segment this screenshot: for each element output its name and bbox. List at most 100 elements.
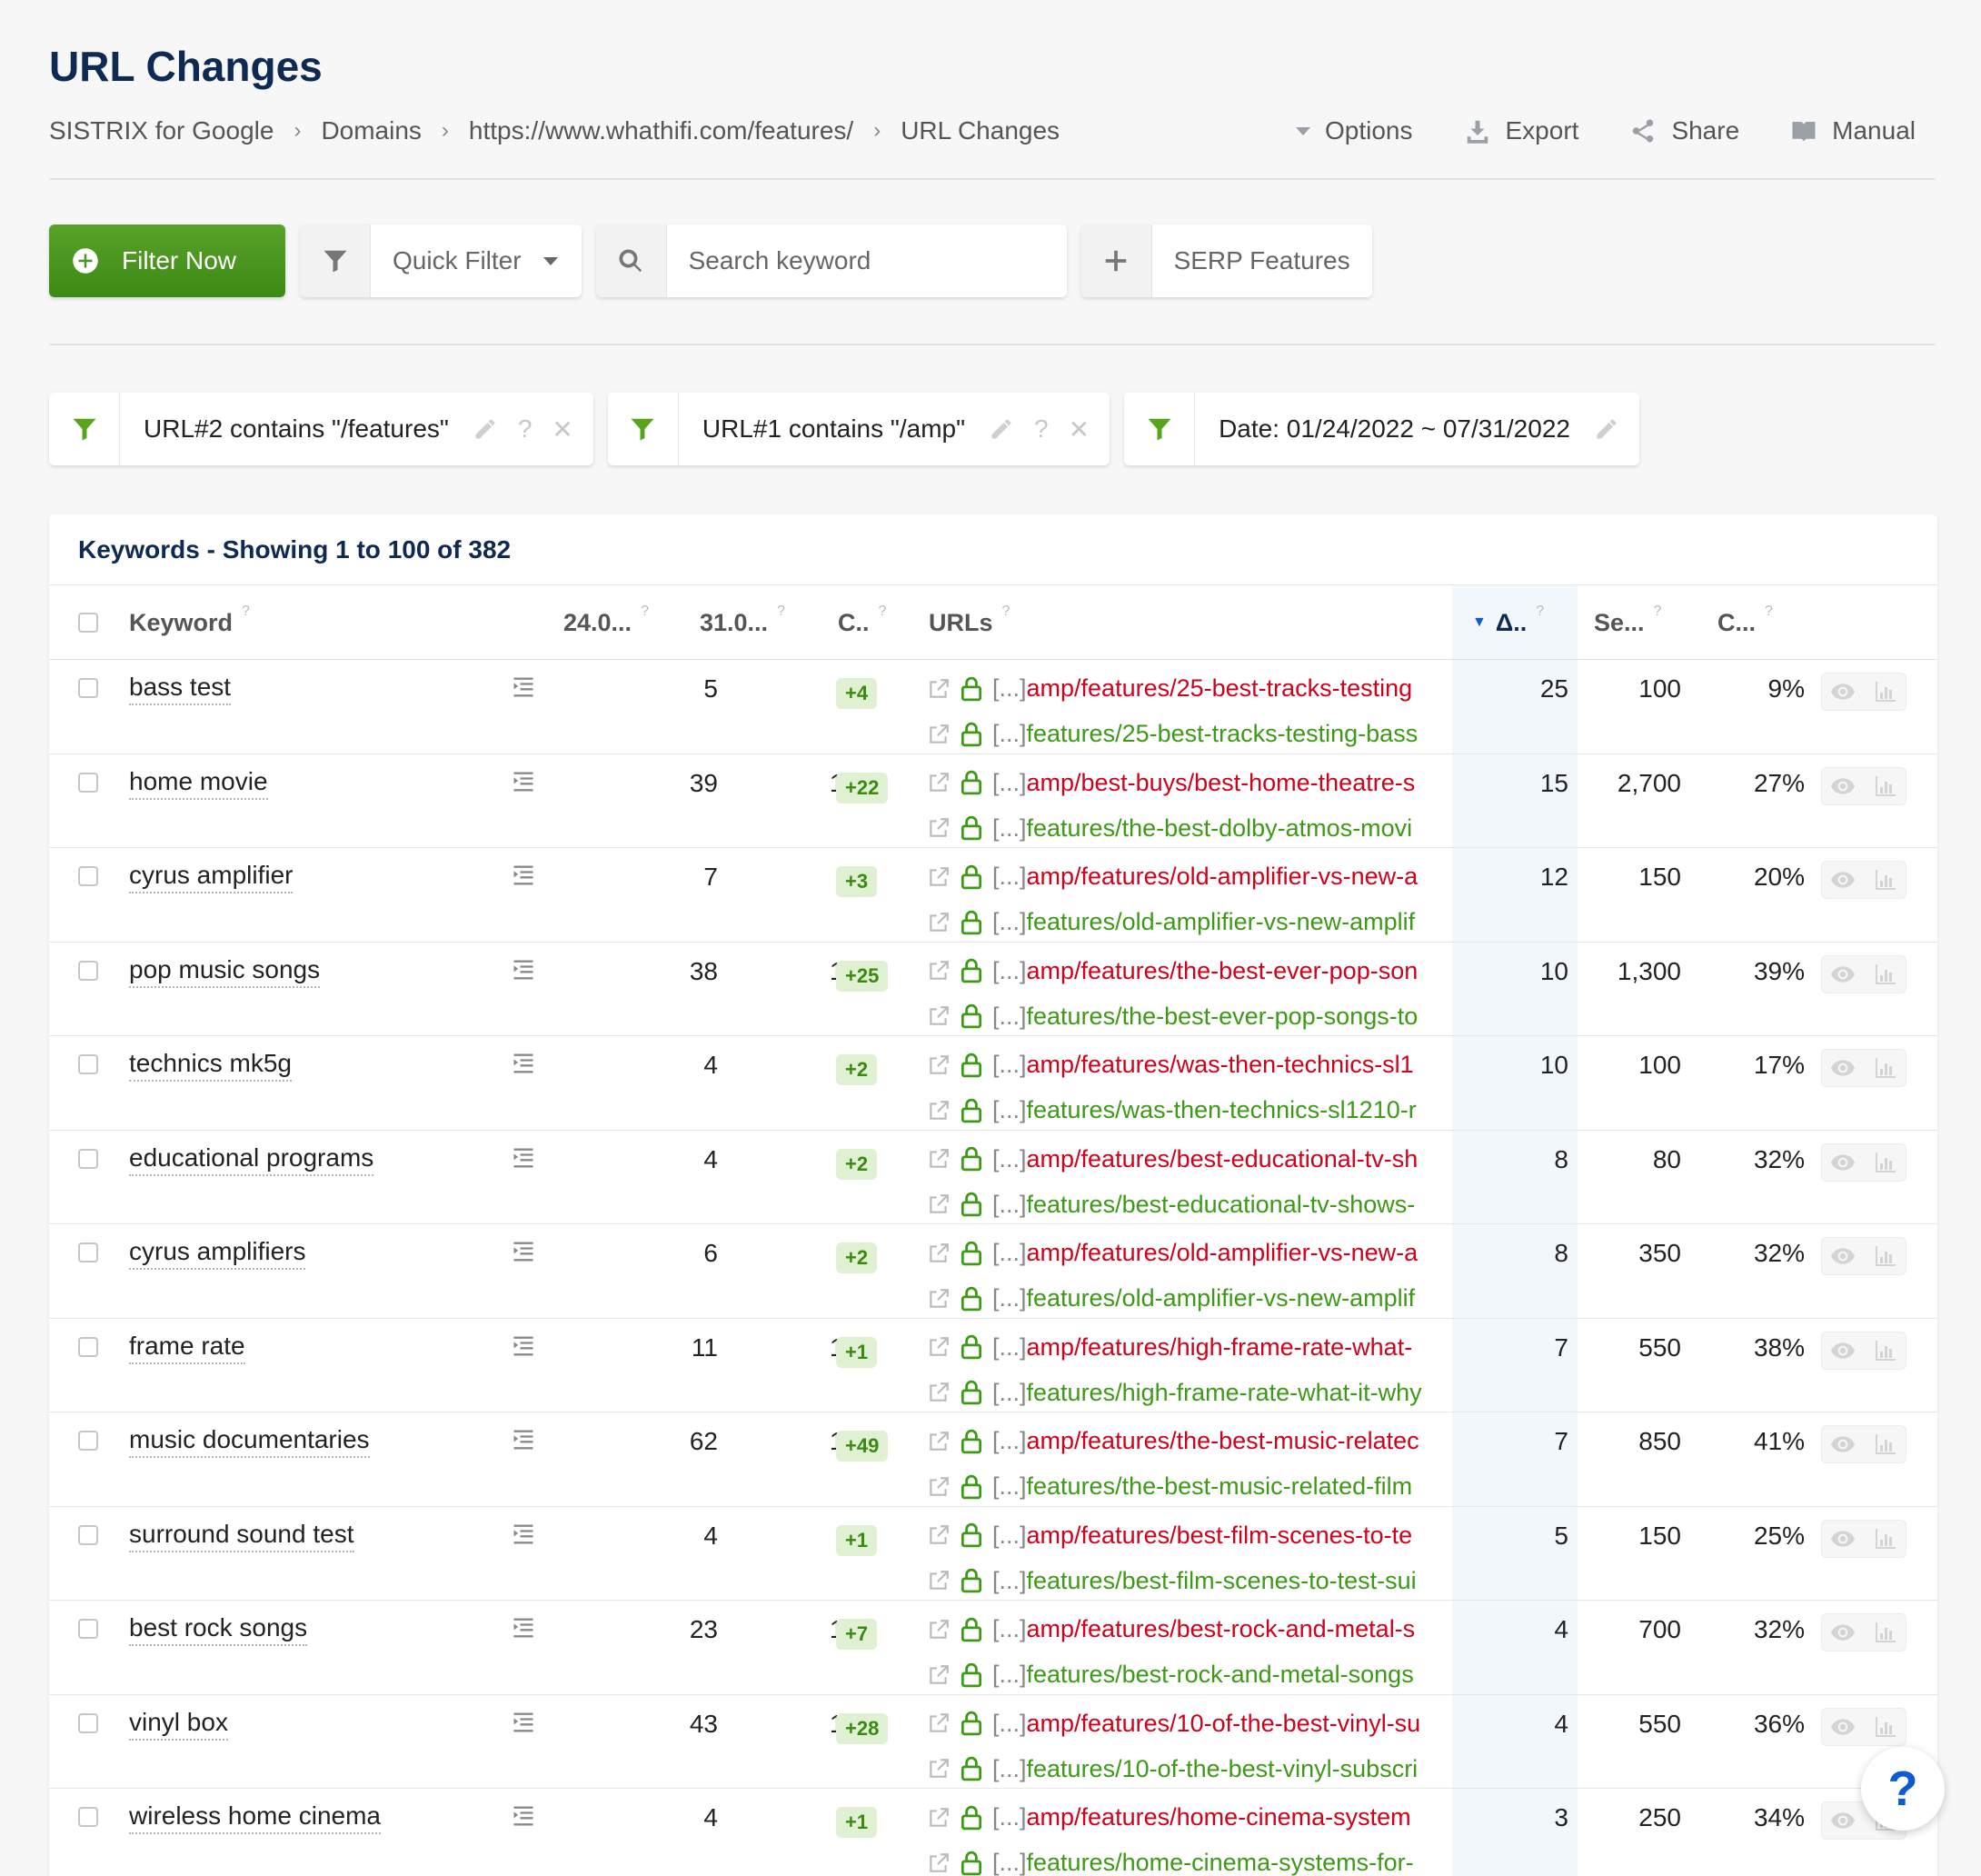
url-old[interactable]: [...]amp/features/best-educational-tv-sh [927,1145,1492,1173]
url-new[interactable]: [...]features/the-best-ever-pop-songs-to [927,1003,1492,1031]
external-link-icon[interactable] [927,1757,951,1781]
eye-icon[interactable] [1822,674,1864,710]
url-new[interactable]: [...]features/old-amplifier-vs-new-ampli… [927,908,1492,936]
url-old[interactable]: [...]amp/features/best-film-scenes-to-te [927,1522,1492,1550]
filter-chip-url2[interactable]: URL#2 contains "/features" ? ✕ [49,393,593,465]
help-icon[interactable]: ? [1536,604,1544,620]
external-link-icon[interactable] [927,1711,951,1735]
indent-list-icon[interactable] [511,863,536,888]
bar-chart-icon[interactable] [1864,1332,1906,1369]
external-link-icon[interactable] [927,1053,951,1077]
external-link-icon[interactable] [927,1242,951,1265]
eye-icon[interactable] [1822,1802,1864,1839]
help-icon[interactable]: ? [879,604,887,620]
keyword-link[interactable]: cyrus amplifiers [129,1237,306,1270]
select-all-checkbox[interactable] [78,585,98,660]
indent-list-icon[interactable] [511,1239,536,1264]
row-checkbox[interactable] [78,1242,98,1262]
external-link-icon[interactable] [927,1569,951,1592]
keyword-link[interactable]: wireless home cinema [129,1801,381,1834]
search-icon[interactable] [595,225,667,297]
keyword-link[interactable]: music documentaries [129,1425,370,1458]
external-link-icon[interactable] [927,1335,951,1359]
url-old[interactable]: [...]amp/features/home-cinema-system [927,1803,1492,1831]
help-icon[interactable]: ? [1002,604,1010,620]
keyword-link[interactable]: best rock songs [129,1613,308,1646]
bar-chart-icon[interactable] [1864,1238,1906,1274]
help-icon[interactable]: ? [1654,604,1662,620]
url-old[interactable]: [...]amp/features/old-amplifier-vs-new-a [927,1239,1492,1267]
keyword-link[interactable]: vinyl box [129,1708,228,1741]
external-link-icon[interactable] [927,1192,951,1216]
external-link-icon[interactable] [927,1618,951,1642]
external-link-icon[interactable] [927,1381,951,1404]
indent-list-icon[interactable] [511,1051,536,1076]
keyword-link[interactable]: technics mk5g [129,1049,292,1082]
row-checkbox[interactable] [78,1054,98,1074]
row-checkbox[interactable] [78,678,98,698]
indent-list-icon[interactable] [511,674,536,700]
url-old[interactable]: [...]amp/features/high-frame-rate-what- [927,1333,1492,1362]
url-new[interactable]: [...]features/the-best-dolby-atmos-movi [927,814,1492,843]
col-keyword[interactable]: Keyword? [129,585,250,660]
manual-button[interactable]: Manual [1790,116,1916,145]
eye-icon[interactable] [1822,1521,1864,1557]
external-link-icon[interactable] [927,911,951,934]
url-old[interactable]: [...]amp/features/best-rock-and-metal-s [927,1615,1492,1643]
bar-chart-icon[interactable] [1864,1521,1906,1557]
quick-filter-dropdown[interactable]: Quick Filter [300,225,582,297]
keyword-link[interactable]: frame rate [129,1332,245,1364]
keyword-link[interactable]: home movie [129,767,268,800]
external-link-icon[interactable] [927,865,951,889]
col-delta[interactable]: ▼ Δ..? [1472,585,1544,660]
help-icon[interactable]: ? [518,414,533,444]
eye-icon[interactable] [1822,1144,1864,1181]
url-old[interactable]: [...]amp/features/was-then-technics-sl1 [927,1051,1492,1079]
breadcrumb-domain-url[interactable]: https://www.whathifi.com/features/ [469,116,853,145]
indent-list-icon[interactable] [511,1522,536,1547]
eye-icon[interactable] [1822,1050,1864,1086]
external-link-icon[interactable] [927,959,951,983]
help-icon[interactable]: ? [1765,604,1773,620]
url-new[interactable]: [...]features/25-best-tracks-testing-bas… [927,720,1492,748]
share-button[interactable]: Share [1629,116,1739,145]
eye-icon[interactable] [1822,1709,1864,1745]
row-checkbox[interactable] [78,960,98,981]
eye-icon[interactable] [1822,1238,1864,1274]
serp-features-button[interactable]: SERP Features [1080,225,1372,297]
indent-list-icon[interactable] [511,1803,536,1829]
bar-chart-icon[interactable] [1864,956,1906,993]
options-button[interactable]: Options [1296,116,1413,145]
external-link-icon[interactable] [927,1099,951,1123]
keyword-link[interactable]: bass test [129,673,232,705]
bar-chart-icon[interactable] [1864,862,1906,898]
eye-icon[interactable] [1822,1614,1864,1651]
bar-chart-icon[interactable] [1864,674,1906,710]
col-search-volume[interactable]: Se...? [1594,585,1661,660]
url-new[interactable]: [...]features/was-then-technics-sl1210-r [927,1096,1492,1124]
keyword-link[interactable]: educational programs [129,1143,374,1176]
external-link-icon[interactable] [927,1430,951,1453]
external-link-icon[interactable] [927,1004,951,1028]
bar-chart-icon[interactable] [1864,1709,1906,1745]
url-old[interactable]: [...]amp/features/10-of-the-best-vinyl-s… [927,1710,1492,1738]
indent-list-icon[interactable] [511,957,536,983]
external-link-icon[interactable] [927,1475,951,1499]
external-link-icon[interactable] [927,1147,951,1171]
url-new[interactable]: [...]features/old-amplifier-vs-new-ampli… [927,1284,1492,1312]
indent-list-icon[interactable] [511,1427,536,1452]
url-new[interactable]: [...]features/home-cinema-systems-for- [927,1849,1492,1876]
pencil-icon[interactable] [473,416,498,442]
external-link-icon[interactable] [927,677,951,701]
indent-list-icon[interactable] [511,1145,536,1171]
row-checkbox[interactable] [78,1148,98,1169]
url-old[interactable]: [...]amp/features/the-best-ever-pop-son [927,957,1492,985]
breadcrumb-domains[interactable]: Domains [321,116,421,145]
col-cpc[interactable]: C...? [1717,585,1773,660]
help-icon[interactable]: ? [641,604,649,620]
indent-list-icon[interactable] [511,1710,536,1735]
col-position-1[interactable]: 24.0...? [563,585,649,660]
url-old[interactable]: [...]amp/features/old-amplifier-vs-new-a [927,863,1492,891]
external-link-icon[interactable] [927,1287,951,1311]
external-link-icon[interactable] [927,816,951,840]
